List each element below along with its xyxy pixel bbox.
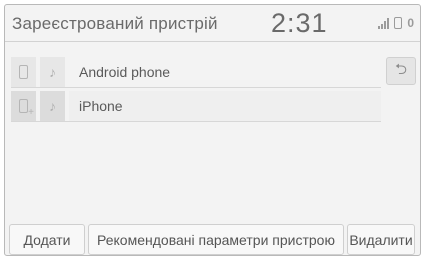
status-bar: 0 bbox=[378, 16, 414, 30]
back-button[interactable]: ⮌ bbox=[386, 57, 416, 85]
phone-add-icon bbox=[19, 99, 34, 118]
device-row-android[interactable]: ♪ Android phone bbox=[11, 57, 381, 88]
clock: 2:31 bbox=[271, 8, 328, 38]
device-cell[interactable] bbox=[11, 57, 36, 87]
device-name[interactable]: Android phone bbox=[69, 57, 381, 87]
footer: Додати Рекомендовані параметри пристрою … bbox=[5, 224, 420, 255]
add-button[interactable]: Додати bbox=[9, 224, 85, 255]
device-row-iphone[interactable]: ♪ iPhone bbox=[11, 91, 381, 122]
delete-button[interactable]: Видалити bbox=[347, 224, 415, 255]
phone-icon bbox=[19, 65, 28, 79]
music-note-icon: ♪ bbox=[49, 64, 56, 80]
back-arrow-icon: ⮌ bbox=[394, 60, 407, 78]
page-title: Зареєстрований пристрій bbox=[12, 14, 218, 33]
audio-cell[interactable]: ♪ bbox=[40, 57, 65, 87]
screen: Зареєстрований пристрій 2:31 0 ♪ Android… bbox=[4, 4, 421, 256]
device-list: ♪ Android phone ♪ iPhone bbox=[11, 57, 381, 125]
device-cell[interactable] bbox=[11, 91, 36, 121]
recommended-params-button[interactable]: Рекомендовані параметри пристрою bbox=[88, 224, 344, 255]
header: Зареєстрований пристрій 2:31 0 bbox=[5, 5, 420, 42]
signal-icon bbox=[378, 17, 390, 29]
music-note-icon: ♪ bbox=[49, 98, 56, 114]
audio-cell[interactable]: ♪ bbox=[40, 91, 65, 121]
status-value: 0 bbox=[407, 16, 414, 30]
device-name[interactable]: iPhone bbox=[69, 91, 381, 121]
phone-icon bbox=[394, 17, 403, 29]
